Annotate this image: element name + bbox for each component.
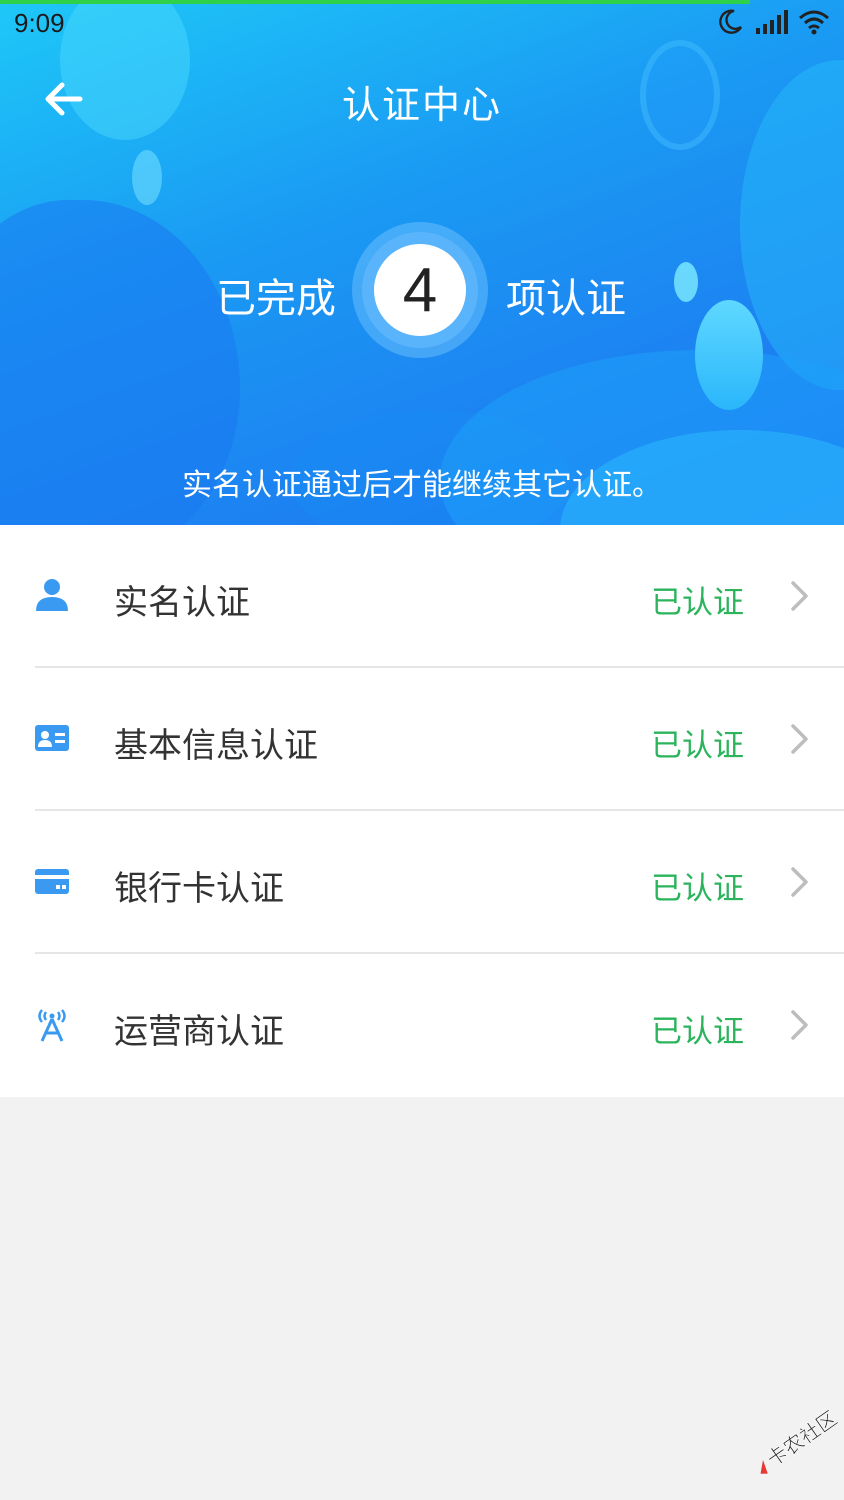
page-title: 认证中心 — [341, 83, 502, 127]
chevron-right-icon — [791, 1010, 808, 1040]
wifi-icon — [799, 10, 829, 35]
signal-tower-icon — [38, 1009, 66, 1042]
user-icon — [36, 579, 68, 611]
completion-summary: 已完成 4 项认证 — [0, 222, 844, 362]
list-item-basic-info[interactable]: 基本信息认证 已认证 — [0, 668, 844, 811]
status-bar: 9:09 — [0, 0, 844, 48]
id-card-icon — [35, 725, 69, 751]
summary-prefix: 已完成 — [216, 276, 336, 322]
list-item-real-name[interactable]: 实名认证 已认证 — [0, 525, 844, 668]
chevron-right-icon — [791, 581, 808, 611]
item-label: 银行卡认证 — [114, 869, 284, 909]
watermark-logo: 卡农社区 — [760, 1406, 842, 1474]
list-item-carrier[interactable]: 运营商认证 已认证 — [0, 954, 844, 1097]
item-label: 运营商认证 — [114, 1012, 284, 1052]
status-icons — [716, 8, 830, 36]
chevron-right-icon — [791, 867, 808, 897]
verification-list: 实名认证 已认证 基本信息认证 已认证 银行卡认证 已认证 运营商认证 已认证 — [0, 525, 844, 1097]
bank-card-icon — [35, 869, 69, 894]
header-banner: 9:09 认证中心 已完成 4 项认证 实名认证通过后才能继续其它认证。 — [0, 0, 844, 525]
status-text: 已认证 — [651, 585, 744, 621]
signal-icon — [756, 10, 788, 34]
verification-hint: 实名认证通过后才能继续其它认证。 — [182, 468, 662, 503]
list-item-bank-card[interactable]: 银行卡认证 已认证 — [0, 811, 844, 954]
decor-bubble — [132, 150, 162, 205]
chevron-right-icon — [791, 724, 808, 754]
item-label: 实名认证 — [114, 583, 250, 623]
item-label: 基本信息认证 — [114, 726, 318, 766]
completed-count: 4 — [374, 244, 466, 336]
summary-suffix: 项认证 — [506, 276, 626, 322]
status-text: 已认证 — [651, 871, 744, 907]
moon-icon — [719, 9, 743, 34]
status-time: 9:09 — [14, 8, 65, 38]
status-text: 已认证 — [651, 728, 744, 764]
watermark-text: 卡农社区 — [762, 1406, 841, 1472]
status-text: 已认证 — [651, 1014, 744, 1050]
